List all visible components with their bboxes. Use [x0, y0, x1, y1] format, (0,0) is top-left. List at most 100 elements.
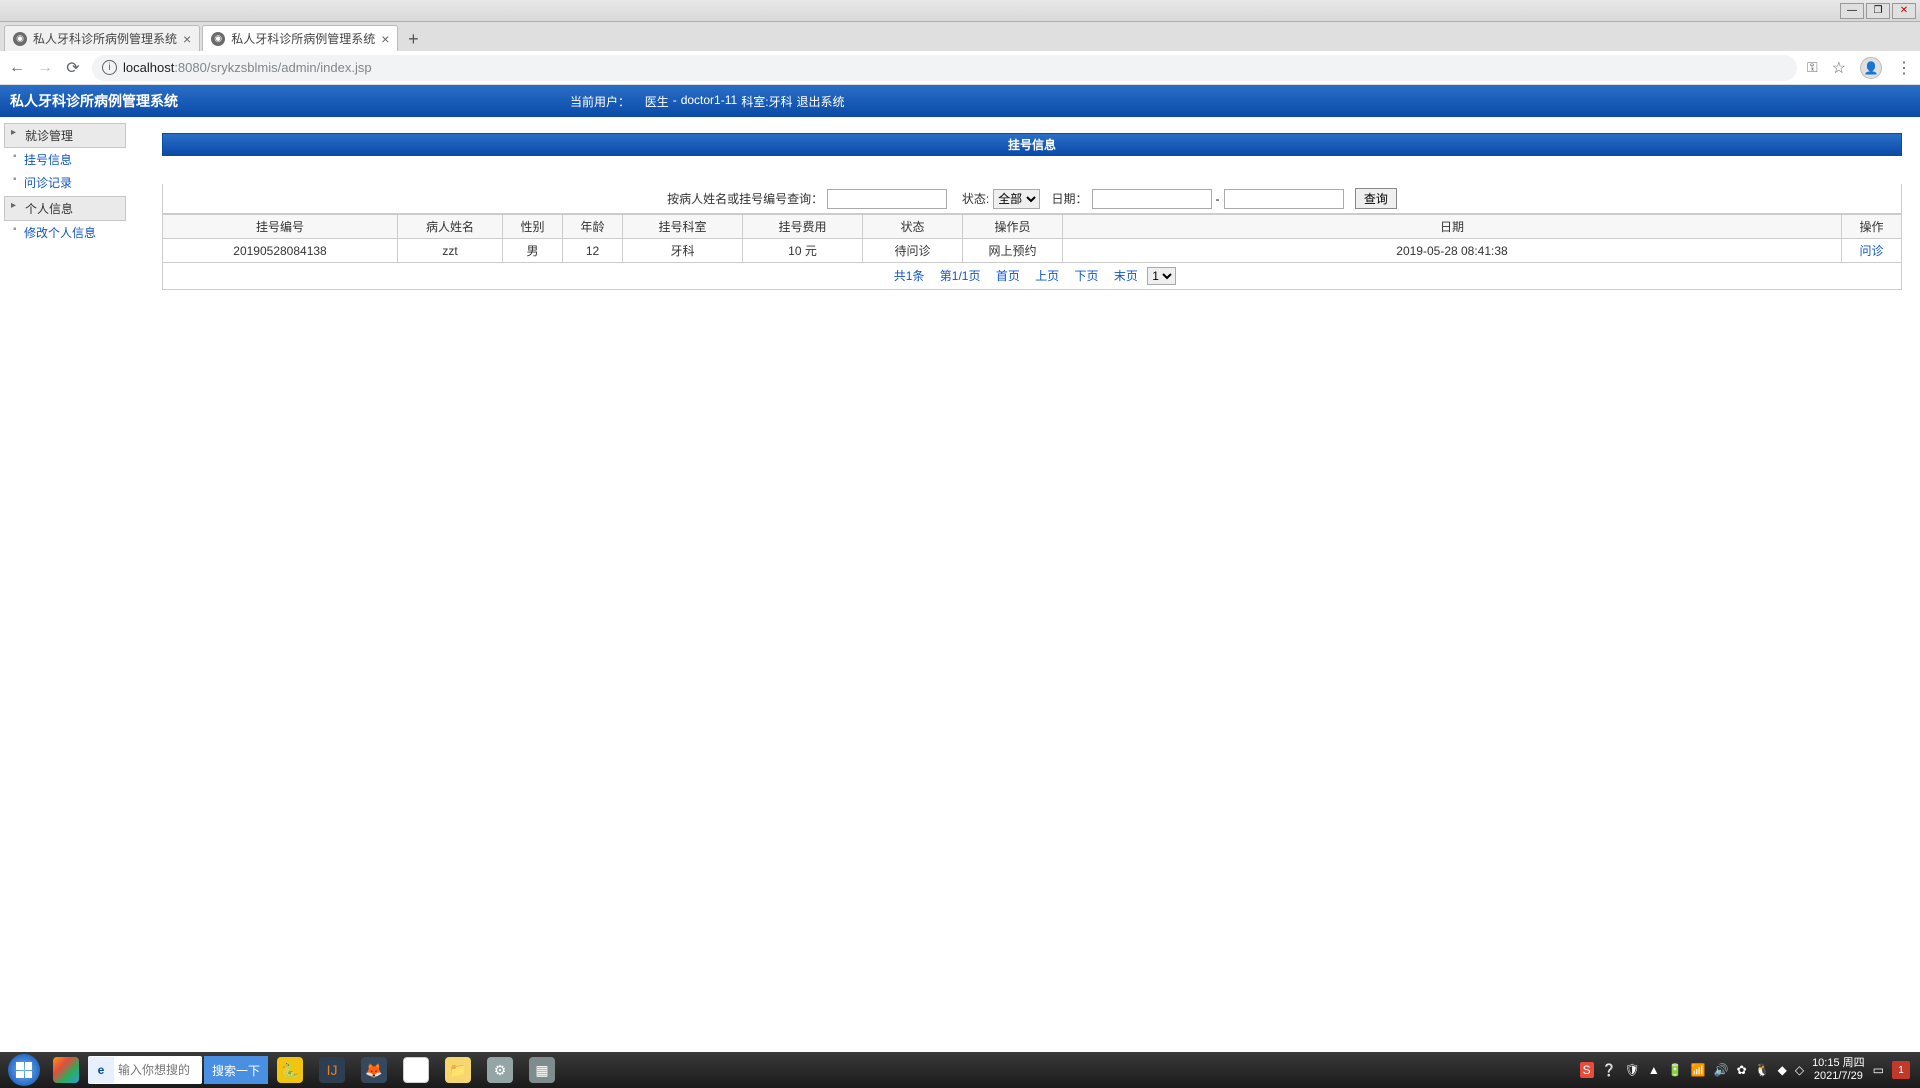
cell-fee: 10 元 — [743, 239, 863, 263]
filter-date-to-input[interactable] — [1224, 189, 1344, 209]
date-separator: - — [1216, 192, 1220, 206]
taskbar-app-firefox[interactable]: 🦊 — [354, 1055, 394, 1085]
cell-dept: 牙科 — [623, 239, 743, 263]
browser-tab-bar: ◉ 私人牙科诊所病例管理系统 × ◉ 私人牙科诊所病例管理系统 × + — [0, 22, 1920, 51]
page-prev-link[interactable]: 上页 — [1035, 269, 1059, 283]
tray-app-icon2[interactable]: ◇ — [1795, 1063, 1804, 1077]
tray-qq-icon[interactable]: 🐧 — [1755, 1063, 1770, 1077]
tray-help-icon[interactable]: ❔ — [1602, 1063, 1617, 1077]
tray-battery-icon[interactable]: 🔋 — [1668, 1063, 1683, 1077]
tab-title: 私人牙科诊所病例管理系统 — [231, 30, 375, 47]
globe-icon: ◉ — [13, 32, 27, 46]
profile-avatar[interactable]: 👤 — [1860, 57, 1882, 79]
sidebar-item-diagnosis-record[interactable]: 问诊记录 — [4, 171, 126, 194]
page-select[interactable]: 1 — [1147, 267, 1176, 285]
col-id: 挂号编号 — [163, 215, 398, 239]
new-tab-button[interactable]: + — [400, 27, 426, 51]
col-action: 操作 — [1842, 215, 1902, 239]
globe-icon: ◉ — [211, 32, 225, 46]
registration-table: 挂号编号 病人姓名 性别 年龄 挂号科室 挂号费用 状态 操作员 日期 操作 2… — [162, 214, 1902, 263]
tray-misc-icon[interactable]: ✿ — [1737, 1063, 1747, 1077]
taskbar-app-generic2[interactable]: ▦ — [522, 1055, 562, 1085]
tray-volume-icon[interactable]: 🔊 — [1714, 1063, 1729, 1077]
filter-date-label: 日期： — [1052, 190, 1088, 207]
tray-clock[interactable]: 10:15 周四 2021/7/29 — [1812, 1057, 1865, 1083]
cell-gender: 男 — [503, 239, 563, 263]
diagnose-link[interactable]: 问诊 — [1859, 244, 1883, 258]
page-first-link[interactable]: 首页 — [996, 269, 1020, 283]
app-header: 私人牙科诊所病例管理系统 当前用户： 医生-doctor1-11 科室:牙科 退… — [0, 85, 1920, 117]
ie-icon[interactable]: e — [88, 1057, 114, 1083]
site-info-icon[interactable]: i — [102, 60, 117, 75]
cell-id: 20190528084138 — [163, 239, 398, 263]
address-bar[interactable]: i localhost:8080/srykzsblmis/admin/index… — [92, 55, 1797, 81]
tab-close-icon[interactable]: × — [183, 31, 191, 47]
window-close-button[interactable]: ✕ — [1892, 3, 1916, 19]
logout-link[interactable]: 退出系统 — [797, 93, 845, 110]
back-button[interactable]: ← — [8, 59, 26, 77]
forward-button: → — [36, 59, 54, 77]
page-next-link[interactable]: 下页 — [1075, 269, 1099, 283]
windows-taskbar: e 搜索一下 🐍 IJ 🦊 ◉ 📁 ⚙ ▦ S ❔ 🛡 ▲ 🔋 📶 🔊 ✿ 🐧 … — [0, 1052, 1920, 1088]
table-row: 20190528084138 zzt 男 12 牙科 10 元 待问诊 网上预约… — [163, 239, 1902, 263]
pagination: 共1条 第1/1页 首页 上页 下页 末页 1 — [162, 263, 1902, 290]
tray-app-icon[interactable]: ◆ — [1778, 1063, 1787, 1077]
page-info: 第1/1页 — [940, 269, 981, 283]
sidebar-item-registration-info[interactable]: 挂号信息 — [4, 148, 126, 171]
tab-close-icon[interactable]: × — [381, 31, 389, 47]
start-button[interactable] — [4, 1055, 44, 1085]
sidebar-group-profile[interactable]: 个人信息 — [4, 196, 126, 221]
address-url: localhost:8080/srykzsblmis/admin/index.j… — [123, 60, 1787, 75]
cell-patient: zzt — [398, 239, 503, 263]
taskbar-app-explorer[interactable]: 📁 — [438, 1055, 478, 1085]
reload-button[interactable]: ⟳ — [64, 59, 82, 77]
tray-shield-icon[interactable]: 🛡 — [1625, 1063, 1640, 1077]
os-window-titlebar: — ❐ ✕ — [0, 0, 1920, 22]
search-button[interactable]: 查询 — [1355, 188, 1397, 209]
taskbar-app-chrome[interactable]: ◉ — [396, 1055, 436, 1085]
tray-desktop-icon[interactable]: ▭ — [1873, 1063, 1884, 1077]
taskbar-app-pycharm[interactable]: 🐍 — [270, 1055, 310, 1085]
cell-date: 2019-05-28 08:41:38 — [1063, 239, 1842, 263]
filter-status-label: 状态: — [962, 190, 989, 207]
filter-bar: 按病人姓名或挂号编号查询： 状态: 全部 日期： - 查询 — [162, 184, 1902, 214]
tray-sogou-icon[interactable]: S — [1580, 1062, 1594, 1078]
content-area: 挂号信息 按病人姓名或挂号编号查询： 状态: 全部 日期： - 查询 挂号编号 … — [130, 117, 1920, 1052]
taskbar-app-icon[interactable] — [46, 1055, 86, 1085]
filter-name-input[interactable] — [827, 189, 947, 209]
tray-network-icon[interactable]: 📶 — [1691, 1063, 1706, 1077]
current-user-info: 当前用户： 医生-doctor1-11 科室:牙科 退出系统 — [570, 93, 845, 110]
taskbar-search-input[interactable] — [114, 1057, 202, 1083]
password-key-icon[interactable]: ⚿ — [1807, 59, 1818, 76]
page-last-link[interactable]: 末页 — [1114, 269, 1138, 283]
browser-tab[interactable]: ◉ 私人牙科诊所病例管理系统 × — [4, 25, 200, 51]
cell-age: 12 — [563, 239, 623, 263]
col-patient: 病人姓名 — [398, 215, 503, 239]
tray-chevron-up-icon[interactable]: ▲ — [1648, 1063, 1660, 1077]
page-total: 共1条 — [894, 269, 925, 283]
cell-action: 问诊 — [1842, 239, 1902, 263]
app-title: 私人牙科诊所病例管理系统 — [10, 91, 570, 111]
browser-menu-icon[interactable]: ⋮ — [1896, 58, 1912, 78]
bookmark-star-icon[interactable]: ☆ — [1832, 58, 1846, 78]
taskbar-app-generic[interactable]: ⚙ — [480, 1055, 520, 1085]
cell-status: 待问诊 — [863, 239, 963, 263]
col-age: 年龄 — [563, 215, 623, 239]
sidebar-group-visit[interactable]: 就诊管理 — [4, 123, 126, 148]
taskbar-search-button[interactable]: 搜索一下 — [204, 1056, 268, 1084]
panel-title: 挂号信息 — [162, 133, 1902, 156]
filter-date-from-input[interactable] — [1092, 189, 1212, 209]
sidebar-item-edit-profile[interactable]: 修改个人信息 — [4, 221, 126, 244]
window-minimize-button[interactable]: — — [1840, 3, 1864, 19]
taskbar-search: e — [88, 1056, 202, 1084]
browser-tab-active[interactable]: ◉ 私人牙科诊所病例管理系统 × — [202, 25, 398, 51]
taskbar-app-intellij[interactable]: IJ — [312, 1055, 352, 1085]
cell-operator: 网上预约 — [963, 239, 1063, 263]
col-status: 状态 — [863, 215, 963, 239]
window-maximize-button[interactable]: ❐ — [1866, 3, 1890, 19]
col-fee: 挂号费用 — [743, 215, 863, 239]
col-date: 日期 — [1063, 215, 1842, 239]
sidebar: 就诊管理 挂号信息 问诊记录 个人信息 修改个人信息 — [0, 117, 130, 1052]
filter-status-select[interactable]: 全部 — [993, 189, 1040, 209]
tray-notification-badge[interactable]: 1 — [1892, 1061, 1910, 1079]
